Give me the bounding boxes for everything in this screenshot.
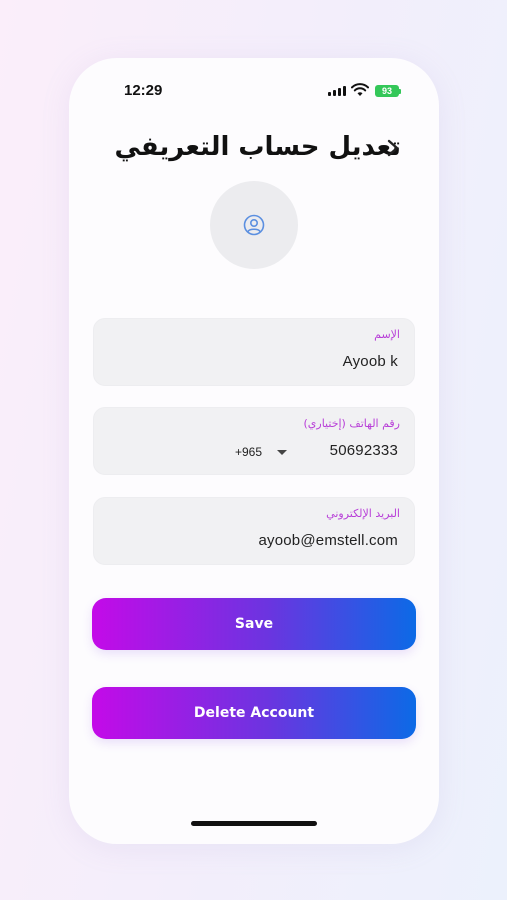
email-field[interactable]: البريد الإلكتروني ayoob@emstell.com [93,497,415,565]
cellular-signal-icon [328,86,346,96]
page-title: تعديل حساب التعريفي [114,132,401,162]
phone-field[interactable]: رقم الهاتف (إختياري) +965 50692333 [93,407,415,475]
country-code-select[interactable]: +965 [235,445,262,459]
name-label: الإسم [374,328,400,341]
user-circle-icon [243,214,265,236]
chevron-down-icon[interactable] [277,450,287,455]
status-time: 12:29 [124,82,163,99]
phone-value[interactable]: 50692333 [330,442,398,459]
status-bar: 12:29 93 [69,58,439,124]
email-label: البريد الإلكتروني [326,507,400,520]
phone-screen: 12:29 93 تعديل حساب التعريفي الإسم Ayoob… [69,58,439,844]
wifi-icon [351,83,369,96]
battery-icon: 93 [375,85,399,97]
name-field[interactable]: الإسم Ayoob k [93,318,415,386]
delete-account-button[interactable]: Delete Account [92,687,416,739]
email-value[interactable]: ayoob@emstell.com [258,532,398,549]
avatar[interactable] [210,181,298,269]
battery-tip [399,89,401,94]
save-button[interactable]: Save [92,598,416,650]
phone-label: رقم الهاتف (إختياري) [303,417,400,430]
name-value[interactable]: Ayoob k [343,353,398,370]
back-arrow-icon[interactable] [385,138,401,158]
home-indicator [191,821,317,826]
